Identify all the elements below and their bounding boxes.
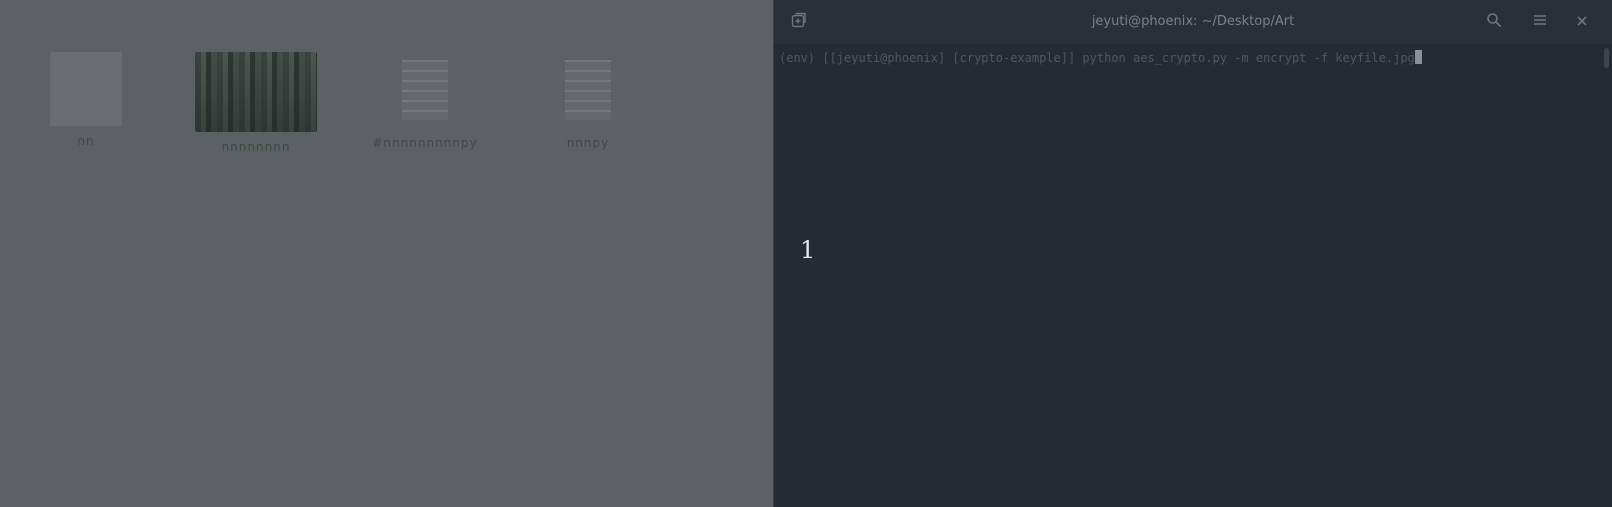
command-line[interactable]: (env) [[jeyuti@phoenix] [crypto-example]…	[779, 50, 1422, 65]
desktop-area: nn nnnnnnnn #nnnnnnnnnpy nnnpy	[0, 0, 773, 507]
hamburger-menu-icon-svg	[1534, 15, 1546, 25]
desktop-item-label: nnnpy	[566, 136, 610, 150]
terminal-window[interactable]: jeyuti@phoenix: ~/Desktop/Art (env) [[je…	[773, 0, 1612, 507]
folder-thumbnail	[50, 52, 122, 126]
terminal-scrollbar[interactable]	[1604, 48, 1609, 68]
search-icon-svg	[1487, 13, 1502, 28]
desktop-item-script-2[interactable]: nnnpy	[518, 52, 658, 150]
document-thumbnail	[555, 52, 621, 128]
hamburger-menu-icon[interactable]	[1530, 12, 1550, 32]
close-icon-svg	[1577, 16, 1587, 26]
desktop-item-label: nnnnnnnn	[221, 140, 291, 154]
desktop-item-label: nn	[77, 134, 95, 148]
text-cursor	[1414, 50, 1422, 64]
step-number-overlay: 1	[800, 236, 816, 264]
desktop-item-folder[interactable]: nn	[16, 52, 156, 148]
command-text: (env) [[jeyuti@phoenix] [crypto-example]…	[779, 51, 1415, 65]
image-thumbnail	[195, 52, 317, 132]
terminal-titlebar[interactable]: jeyuti@phoenix: ~/Desktop/Art	[774, 0, 1612, 44]
document-thumbnail	[392, 52, 458, 128]
desktop-item-label: #nnnnnnnnnpy	[372, 136, 478, 150]
close-icon[interactable]	[1572, 12, 1592, 32]
desktop-item-photo[interactable]: nnnnnnnn	[186, 52, 326, 154]
desktop-item-script[interactable]: #nnnnnnnnnpy	[355, 52, 495, 150]
terminal-body[interactable]: (env) [[jeyuti@phoenix] [crypto-example]…	[774, 44, 1612, 507]
search-icon[interactable]	[1484, 12, 1504, 32]
